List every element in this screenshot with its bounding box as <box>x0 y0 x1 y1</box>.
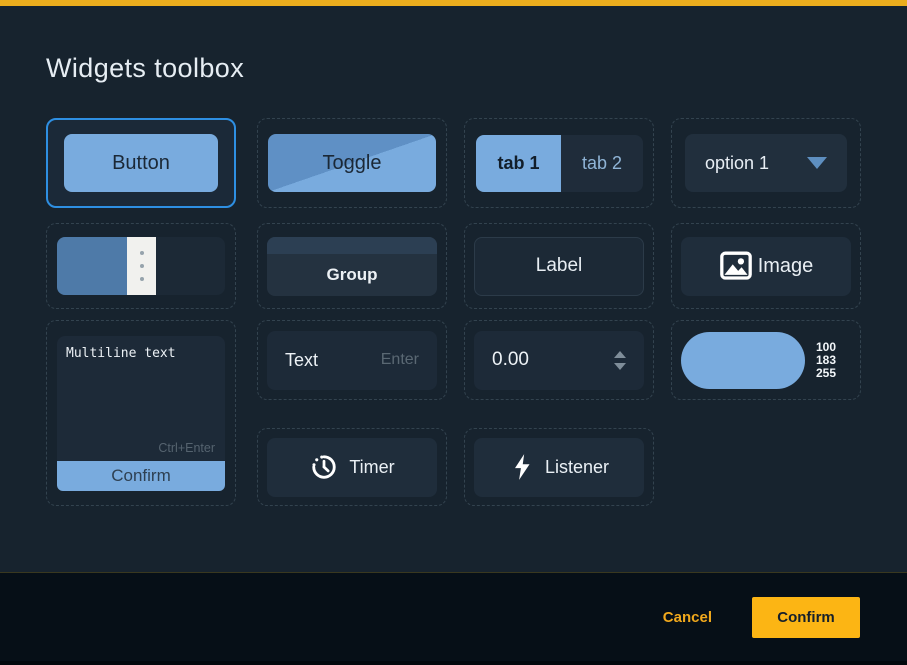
text-input-hint: Enter <box>381 351 419 369</box>
timer-widget-label: Timer <box>349 457 394 478</box>
text-widget-preview: Text Enter <box>267 331 437 390</box>
widget-cell-listener[interactable]: Listener <box>464 428 654 506</box>
widget-cell-color[interactable]: 100 183 255 <box>671 320 861 400</box>
group-widget-label: Group <box>267 254 437 296</box>
widget-cell-button[interactable]: Button <box>46 118 236 208</box>
dialog-title: Widgets toolbox <box>46 53 244 84</box>
multiline-confirm-button: Confirm <box>57 461 225 491</box>
grip-dots-icon <box>127 237 156 295</box>
color-swatch <box>681 332 805 389</box>
button-widget-label: Button <box>112 152 170 175</box>
widget-cell-image[interactable]: Image <box>671 223 861 309</box>
widget-cell-number[interactable]: 0.00 <box>464 320 654 400</box>
chevron-up-icon <box>614 351 626 358</box>
slider-fill <box>57 237 127 295</box>
cancel-button[interactable]: Cancel <box>657 597 718 638</box>
spinner-arrows <box>614 351 626 370</box>
widget-cell-multiline[interactable]: Multiline text Ctrl+Enter Confirm <box>46 320 236 506</box>
accent-top-bar <box>0 0 907 6</box>
chevron-down-icon <box>807 157 827 169</box>
number-widget-preview: 0.00 <box>474 331 644 390</box>
image-widget-preview: Image <box>681 237 851 296</box>
listener-widget-label: Listener <box>545 457 609 478</box>
tab-active: tab 1 <box>476 135 562 192</box>
color-rgb-values: 100 183 255 <box>816 341 836 380</box>
color-widget-preview: 100 183 255 <box>681 331 851 390</box>
select-value: option 1 <box>705 153 769 174</box>
widget-cell-group[interactable]: Group <box>257 223 447 309</box>
timer-icon <box>309 452 339 482</box>
color-g-value: 183 <box>816 354 836 367</box>
group-widget-preview: Group <box>267 237 437 296</box>
slider-widget-preview <box>57 237 225 295</box>
slider-track <box>156 237 225 295</box>
button-widget-preview: Button <box>64 134 218 192</box>
multiline-shortcut-hint: Ctrl+Enter <box>158 441 215 455</box>
select-widget-preview: option 1 <box>685 134 847 192</box>
text-input-value: Text <box>285 350 318 371</box>
bottom-edge-strip <box>0 661 907 665</box>
listener-widget-preview: Listener <box>474 438 644 497</box>
label-widget-preview: Label <box>474 237 644 296</box>
label-widget-label: Label <box>536 255 583 277</box>
image-icon <box>719 251 753 281</box>
multiline-textarea: Multiline text Ctrl+Enter <box>57 336 225 461</box>
widget-cell-slider[interactable] <box>46 223 236 309</box>
confirm-button[interactable]: Confirm <box>752 597 860 638</box>
color-r-value: 100 <box>816 341 836 354</box>
number-value: 0.00 <box>492 349 529 371</box>
dialog-footer: Cancel Confirm <box>0 572 907 661</box>
tabs-widget-preview: tab 1 tab 2 <box>476 135 643 192</box>
toggle-widget-label: Toggle <box>323 152 382 175</box>
image-widget-label: Image <box>758 255 814 278</box>
chevron-down-icon <box>614 363 626 370</box>
lightning-icon <box>509 453 535 481</box>
widget-cell-label[interactable]: Label <box>464 223 654 309</box>
widget-cell-timer[interactable]: Timer <box>257 428 447 506</box>
multiline-text: Multiline text <box>66 346 216 361</box>
color-b-value: 255 <box>816 367 836 380</box>
widget-cell-tabs[interactable]: tab 1 tab 2 <box>464 118 654 208</box>
multiline-widget-preview: Multiline text Ctrl+Enter Confirm <box>57 336 225 491</box>
toggle-widget-preview: Toggle <box>268 134 436 192</box>
tab-inactive: tab 2 <box>561 135 642 192</box>
group-header-bar <box>267 237 437 254</box>
timer-widget-preview: Timer <box>267 438 437 497</box>
widget-cell-select[interactable]: option 1 <box>671 118 861 208</box>
widget-cell-text[interactable]: Text Enter <box>257 320 447 400</box>
widget-cell-toggle[interactable]: Toggle <box>257 118 447 208</box>
